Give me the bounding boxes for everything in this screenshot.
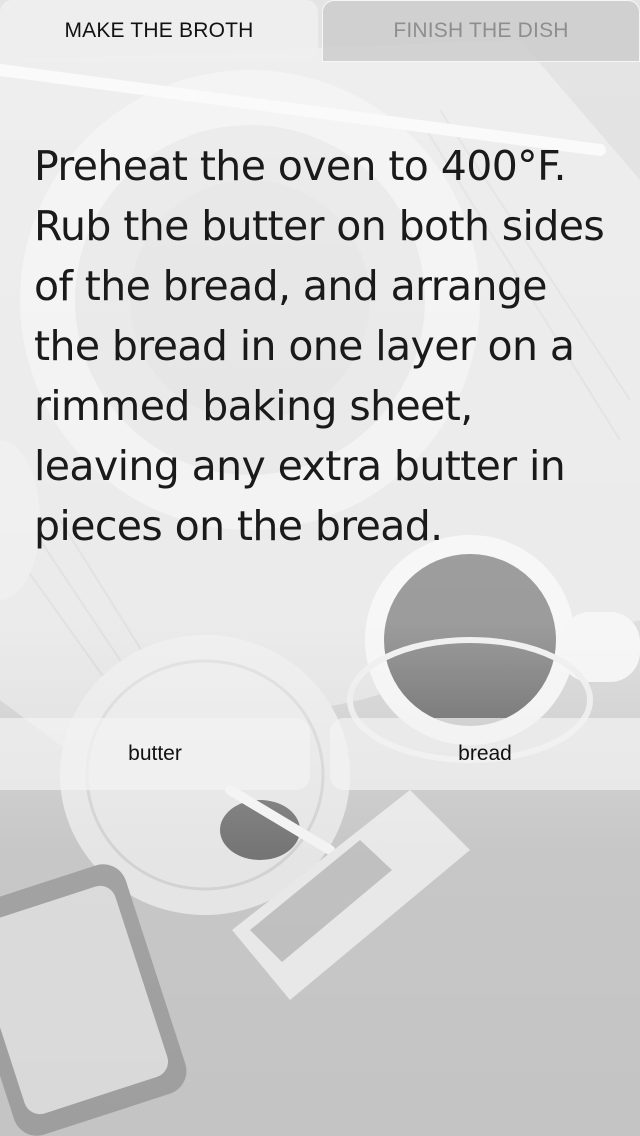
recipe-step-screen: MAKE THE BROTH FINISH THE DISH Preheat t… — [0, 0, 640, 1136]
step-instruction-text: Preheat the oven to 400°F. Rub the butte… — [34, 142, 605, 550]
tab-bar: MAKE THE BROTH FINISH THE DISH — [0, 0, 640, 62]
tab-label: MAKE THE BROTH — [64, 19, 254, 42]
ingredient-label: butter — [128, 742, 182, 765]
tab-finish-the-dish[interactable]: FINISH THE DISH — [322, 0, 640, 62]
ingredient-chip-butter[interactable]: butter — [0, 718, 310, 790]
ingredient-chip-bread[interactable]: bread — [330, 718, 640, 790]
ingredient-list: butter bread — [0, 718, 640, 790]
ingredient-label: bread — [458, 742, 512, 765]
tab-make-the-broth[interactable]: MAKE THE BROTH — [0, 0, 318, 62]
tab-label: FINISH THE DISH — [393, 19, 569, 42]
